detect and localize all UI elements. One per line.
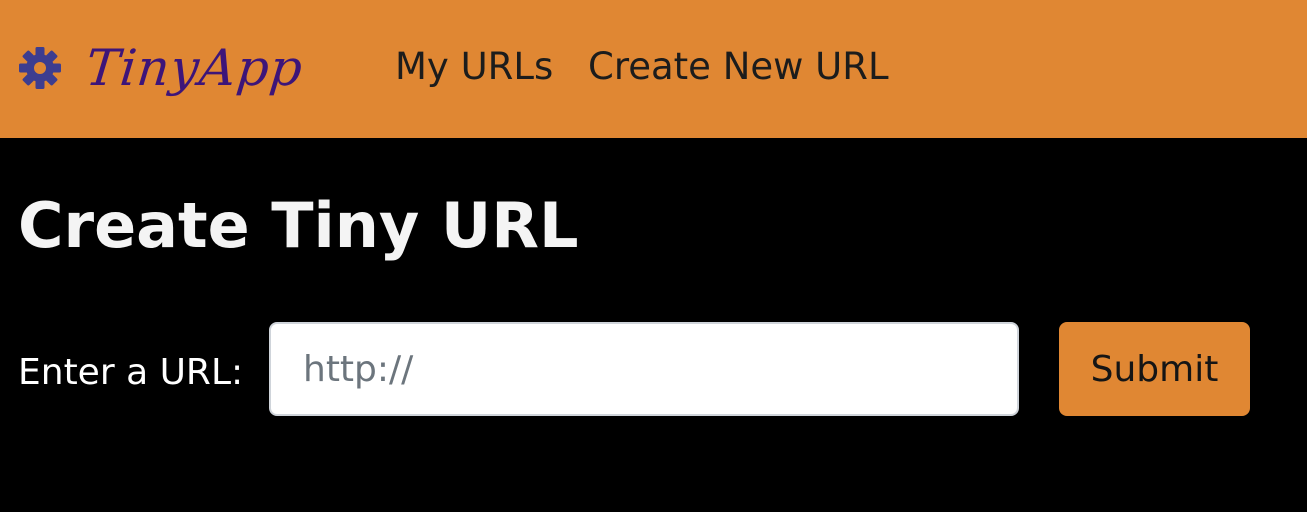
gear-icon	[19, 47, 61, 89]
brand-name: TinyApp	[82, 39, 306, 97]
submit-button[interactable]: Submit	[1059, 322, 1250, 416]
brand-link[interactable]: TinyApp	[18, 28, 306, 108]
nav-link-my-urls[interactable]: My URLs	[395, 42, 553, 92]
page-title: Create Tiny URL	[18, 189, 579, 262]
navbar: TinyApp My URLs Create New URL	[0, 0, 1307, 138]
url-label: Enter a URL:	[18, 352, 244, 393]
url-input[interactable]	[269, 322, 1019, 416]
nav-link-create-new-url[interactable]: Create New URL	[588, 42, 889, 92]
